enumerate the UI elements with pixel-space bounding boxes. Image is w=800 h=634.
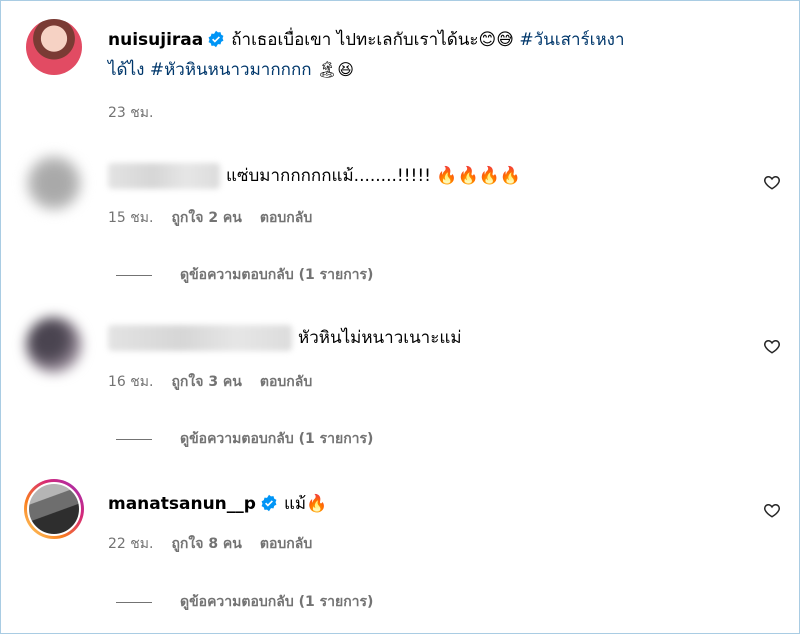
comment-avatar bbox=[27, 482, 81, 536]
caption-line2-prefix: ได้ไง bbox=[108, 60, 150, 80]
comment-meta: 16 ชม. ถูกใจ 3 คน ตอบกลับ bbox=[108, 371, 312, 393]
post-author-username[interactable]: nuisujiraa bbox=[108, 30, 203, 50]
comment-text: แม้🔥 bbox=[283, 494, 328, 514]
replies-divider bbox=[116, 601, 152, 603]
view-replies-button[interactable]: ดูข้อความตอบกลับ (1 รายการ) bbox=[116, 264, 373, 286]
comment-body: แซ่บมากกกกกแม้........!!!!! 🔥🔥🔥🔥 bbox=[108, 161, 521, 191]
comment-avatar-story-ring[interactable] bbox=[24, 479, 84, 539]
verified-badge-icon bbox=[208, 30, 224, 48]
comment-text: หัวหินไม่หนาวเนาะแม่ bbox=[298, 328, 462, 348]
comment-timestamp[interactable]: 15 ชม. bbox=[108, 207, 153, 229]
view-replies-label: ดูข้อความตอบกลับ (1 รายการ) bbox=[180, 431, 374, 447]
view-replies-button[interactable]: ดูข้อความตอบกลับ (1 รายการ) bbox=[116, 591, 373, 613]
reply-button[interactable]: ตอบกลับ bbox=[260, 533, 312, 555]
likes-count-link[interactable]: ถูกใจ 2 คน bbox=[171, 207, 241, 229]
likes-count-link[interactable]: ถูกใจ 3 คน bbox=[171, 371, 241, 393]
comment-timestamp[interactable]: 16 ชม. bbox=[108, 371, 153, 393]
post-caption-text: ถ้าเธอเบื่อเขา ไปทะเลกับเราได้นะ😊😅 bbox=[231, 30, 520, 50]
comment-body: หัวหินไม่หนาวเนาะแม่ bbox=[108, 323, 462, 353]
view-replies-button[interactable]: ดูข้อความตอบกลับ (1 รายการ) bbox=[116, 428, 373, 450]
caption-emojis: 🏝😆 bbox=[316, 60, 354, 79]
post-caption: nuisujiraa ถ้าเธอเบื่อเขา ไปทะเลกับเราได้… bbox=[108, 25, 788, 85]
comment-avatar[interactable] bbox=[26, 317, 82, 373]
replies-divider bbox=[116, 438, 152, 440]
likes-count-link[interactable]: ถูกใจ 8 คน bbox=[171, 533, 241, 555]
verified-badge-icon bbox=[261, 494, 277, 512]
blurred-username[interactable] bbox=[108, 325, 292, 351]
comment-username[interactable]: manatsanun__p bbox=[108, 494, 256, 514]
comment-text: แซ่บมากกกกกแม้........!!!!! 🔥🔥🔥🔥 bbox=[226, 166, 522, 186]
hashtag-link[interactable]: #หัวหินหนาวมากกกก bbox=[150, 60, 312, 80]
view-replies-label: ดูข้อความตอบกลับ (1 รายการ) bbox=[180, 267, 374, 283]
comment-timestamp[interactable]: 22 ชม. bbox=[108, 533, 153, 555]
comment-body: manatsanun__p แม้🔥 bbox=[108, 489, 327, 519]
heart-outline-icon[interactable] bbox=[763, 173, 781, 191]
reply-button[interactable]: ตอบกลับ bbox=[260, 371, 312, 393]
blurred-username[interactable] bbox=[108, 163, 220, 189]
post-meta: 23 ชม. bbox=[108, 102, 153, 124]
reply-button[interactable]: ตอบกลับ bbox=[260, 207, 312, 229]
comment-meta: 22 ชม. ถูกใจ 8 คน ตอบกลับ bbox=[108, 533, 312, 555]
view-replies-label: ดูข้อความตอบกลับ (1 รายการ) bbox=[180, 594, 374, 610]
post-author-avatar[interactable] bbox=[26, 19, 82, 75]
post-timestamp[interactable]: 23 ชม. bbox=[108, 102, 153, 124]
hashtag-link[interactable]: #วันเสาร์เหงา bbox=[519, 30, 624, 50]
comment-avatar[interactable] bbox=[26, 155, 82, 211]
comments-panel: nuisujiraa ถ้าเธอเบื่อเขา ไปทะเลกับเราได้… bbox=[0, 0, 800, 634]
heart-outline-icon[interactable] bbox=[763, 501, 781, 519]
heart-outline-icon[interactable] bbox=[763, 337, 781, 355]
comment-meta: 15 ชม. ถูกใจ 2 คน ตอบกลับ bbox=[108, 207, 312, 229]
replies-divider bbox=[116, 274, 152, 276]
